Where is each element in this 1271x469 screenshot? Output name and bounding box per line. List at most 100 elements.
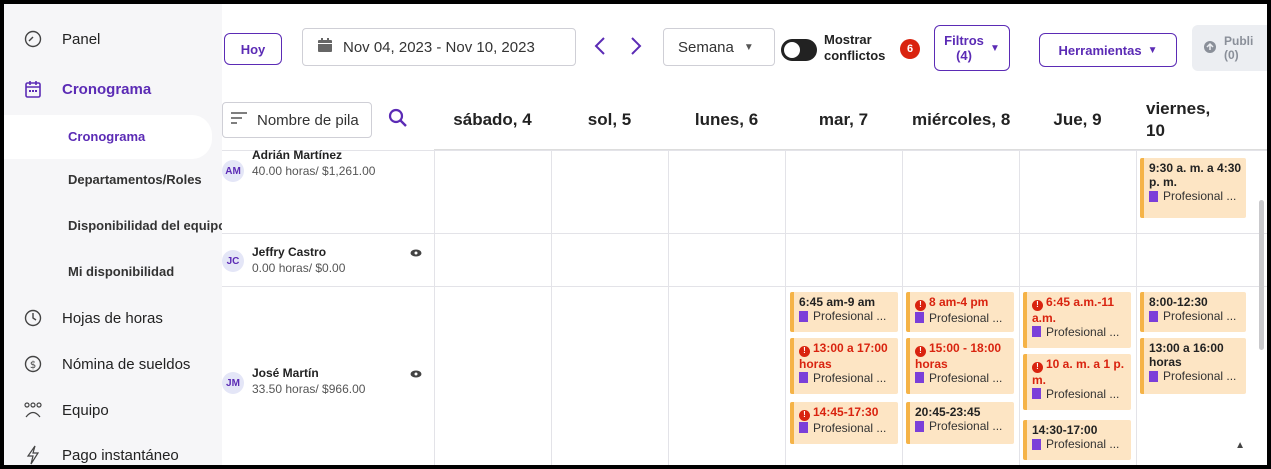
show-conflicts-label: Mostrar conflictos	[824, 32, 886, 63]
shift-role: Profesional ...	[1149, 189, 1242, 203]
document-icon	[915, 312, 924, 323]
sidebar-item-panel[interactable]: Panel	[4, 28, 222, 50]
document-icon	[1149, 370, 1158, 382]
day-header: Jue, 9	[1019, 90, 1136, 150]
shift-card[interactable]: 8:00-12:30 Profesional ...	[1140, 292, 1246, 332]
sidebar-item-equipo[interactable]: Equipo	[4, 399, 222, 421]
caret-down-icon: ▼	[1147, 44, 1158, 56]
conflict-icon: !	[915, 299, 926, 311]
conflict-icon: !	[799, 409, 810, 421]
employee-name: Adrián Martínez	[252, 148, 343, 162]
date-range-picker[interactable]: Nov 04, 2023 - Nov 10, 2023	[302, 28, 576, 66]
employee-name: Jeffry Castro	[252, 245, 327, 259]
employee-hours: 40.00 horas/ $1,261.00	[252, 164, 376, 178]
sidebar-item-label: Cronograma	[62, 80, 152, 98]
employee-hours: 33.50 horas/ $966.00	[252, 382, 366, 396]
filters-label: Filtros (4)	[944, 33, 984, 63]
vertical-scrollbar[interactable]	[1259, 200, 1264, 350]
document-icon	[915, 372, 924, 383]
sidebar-item-nomina[interactable]: $ Nómina de sueldos	[4, 353, 222, 375]
shift-role: Profesional ...	[1032, 325, 1127, 339]
today-button[interactable]: Hoy	[224, 33, 282, 65]
filters-button[interactable]: Filtros (4) ▼	[934, 25, 1010, 71]
sidebar-item-label: Pago instantáneo	[62, 446, 179, 464]
shift-time: 14:30-17:00	[1032, 423, 1098, 437]
shift-time: 20:45-23:45	[915, 405, 981, 419]
sidebar-subitem-mi-disponibilidad[interactable]: Mi disponibilidad	[4, 262, 222, 282]
publish-button[interactable]: Publi (0)	[1192, 25, 1267, 71]
document-icon	[799, 372, 808, 383]
shift-card[interactable]: ! 8 am-4 pm Profesional ...	[906, 292, 1014, 332]
day-header: viernes, 10	[1136, 90, 1267, 150]
document-icon	[1149, 310, 1158, 322]
sidebar-subitem-departamentos[interactable]: Departamentos/Roles	[4, 170, 222, 190]
shift-card[interactable]: 13:00 a 16:00 horas Profesional ...	[1140, 338, 1246, 394]
shift-card[interactable]: ! 14:45-17:30 Profesional ...	[790, 402, 898, 444]
dollar-icon: $	[22, 353, 44, 375]
shift-role: Profesional ...	[915, 371, 1010, 385]
avatar: AM	[222, 160, 244, 182]
shift-time: ! 14:45-17:30	[799, 405, 894, 421]
document-icon	[1032, 326, 1041, 337]
name-sort-field[interactable]: Nombre de pila	[222, 102, 372, 138]
calendar-icon	[317, 37, 333, 57]
view-select[interactable]: Semana ▼	[663, 28, 775, 66]
shift-card[interactable]: ! 10 a. m. a 1 p. m. Profesional ...	[1023, 354, 1131, 410]
name-sort-label: Nombre de pila	[257, 111, 359, 129]
shift-time: 6:45 am-9 am	[799, 295, 876, 309]
sidebar-subitem-disponibilidad-equipo[interactable]: Disponibilidad del equipo	[4, 216, 222, 236]
employee-row[interactable]: JC Jeffry Castro 0.00 horas/ $0.00	[222, 233, 432, 286]
shift-time: 8:00-12:30	[1149, 295, 1208, 309]
shift-time: ! 6:45 a.m.-11 a.m.	[1032, 295, 1115, 325]
day-header: sábado, 4	[434, 90, 551, 150]
scroll-up-icon[interactable]: ▲	[1235, 440, 1245, 451]
show-conflicts-toggle[interactable]	[781, 39, 817, 61]
prev-week-button[interactable]	[594, 36, 606, 62]
sidebar-item-pago-instantaneo[interactable]: Pago instantáneo	[4, 444, 222, 465]
lightning-icon	[22, 444, 44, 465]
employee-name: José Martín	[252, 366, 319, 380]
chevron-left-icon	[594, 37, 605, 55]
day-header: miércoles, 8	[902, 90, 1019, 150]
publish-label: Publi (0)	[1224, 34, 1254, 62]
sidebar-item-hojas-de-horas[interactable]: Hojas de horas	[4, 307, 222, 329]
avatar: JM	[222, 372, 244, 394]
shift-card[interactable]: 6:45 am-9 am Profesional ...	[790, 292, 898, 332]
eye-icon[interactable]	[410, 245, 422, 263]
team-icon	[22, 399, 44, 421]
employee-row[interactable]: AM Adrián Martínez 40.00 horas/ $1,261.0…	[222, 148, 432, 233]
date-range-text: Nov 04, 2023 - Nov 10, 2023	[343, 38, 535, 56]
conflict-icon: !	[1032, 361, 1043, 373]
tools-label: Herramientas	[1058, 42, 1142, 58]
shift-card[interactable]: ! 13:00 a 17:00 horas Profesional ...	[790, 338, 898, 394]
tools-button[interactable]: Herramientas ▼	[1039, 33, 1177, 67]
employee-hours: 0.00 horas/ $0.00	[252, 261, 346, 275]
shift-card[interactable]: ! 15:00 - 18:00 horas Profesional ...	[906, 338, 1014, 394]
svg-text:$: $	[30, 360, 36, 371]
day-header: mar, 7	[785, 90, 902, 150]
shift-time: ! 10 a. m. a 1 p. m.	[1032, 357, 1125, 387]
shift-time: ! 13:00 a 17:00 horas	[799, 341, 888, 371]
search-icon[interactable]	[388, 108, 408, 133]
employee-row[interactable]: JM José Martín 33.50 horas/ $966.00	[222, 286, 432, 465]
shift-time: 13:00 a 16:00 horas	[1149, 341, 1224, 369]
sort-lines-icon	[231, 111, 247, 129]
toggle-knob	[784, 42, 800, 58]
day-header: lunes, 6	[668, 90, 785, 150]
shift-role: Profesional ...	[1149, 309, 1242, 323]
clock-icon	[22, 307, 44, 329]
shift-card[interactable]: ! 6:45 a.m.-11 a.m. Profesional ...	[1023, 292, 1131, 348]
sidebar-subitem-cronograma[interactable]: Cronograma	[4, 115, 212, 159]
view-select-value: Semana	[678, 38, 734, 56]
shift-role: Profesional ...	[1032, 437, 1127, 451]
shift-card[interactable]: 9:30 a. m. a 4:30 p. m. Profesional ...	[1140, 158, 1246, 218]
caret-down-icon: ▼	[743, 41, 754, 53]
sidebar-item-cronograma[interactable]: Cronograma	[4, 78, 222, 100]
next-week-button[interactable]	[630, 36, 642, 62]
shift-card[interactable]: 14:30-17:00 Profesional ...	[1023, 420, 1131, 460]
document-icon	[1149, 190, 1158, 202]
shift-card[interactable]: 20:45-23:45 Profesional ...	[906, 402, 1014, 444]
shift-time: ! 15:00 - 18:00 horas	[915, 341, 1002, 371]
eye-icon[interactable]	[410, 366, 422, 384]
sidebar-item-label: Hojas de horas	[62, 309, 163, 327]
